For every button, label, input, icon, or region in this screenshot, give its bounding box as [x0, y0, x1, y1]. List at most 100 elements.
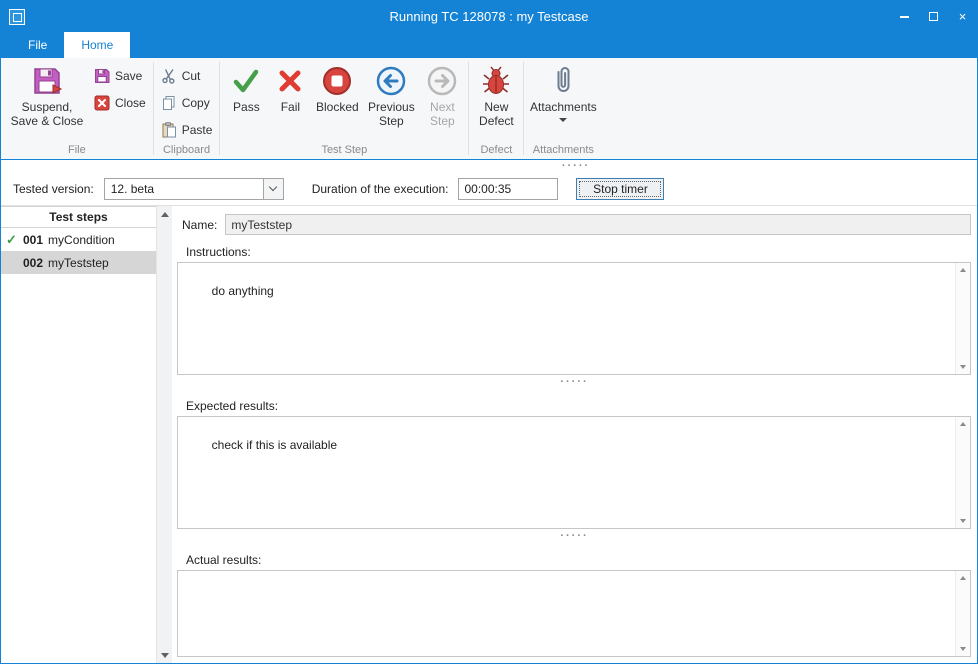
tested-version-dropdown-button[interactable]	[262, 178, 283, 199]
tab-file[interactable]: File	[11, 32, 64, 58]
save-button[interactable]: Save	[90, 67, 150, 85]
tab-home[interactable]: Home	[64, 32, 131, 58]
cut-label: Cut	[181, 69, 201, 83]
paperclip-icon	[547, 65, 579, 97]
actual-results-textbox[interactable]	[177, 570, 971, 657]
paste-button[interactable]: Paste	[157, 121, 217, 139]
close-red-icon	[94, 95, 110, 111]
file-group-small-buttons: Save Close	[90, 60, 150, 143]
suspend-save-close-button[interactable]: Suspend, Save & Close	[4, 60, 90, 143]
next-step-button[interactable]: Next Step	[419, 60, 465, 143]
paste-icon	[161, 122, 177, 138]
previous-step-button[interactable]: Previous Step	[363, 60, 419, 143]
stop-timer-button[interactable]: Stop timer	[576, 177, 665, 200]
pass-label: Pass	[233, 100, 260, 114]
window-controls: ×	[890, 4, 977, 29]
ribbon-gripper-strip: ·····	[1, 160, 977, 172]
expected-results-label: Expected results:	[186, 399, 279, 413]
app-icon[interactable]	[9, 8, 25, 25]
minimize-icon	[900, 15, 909, 18]
scroll-down-button[interactable]	[956, 642, 970, 656]
expected-results-textbox[interactable]: check if this is available	[177, 416, 971, 529]
actual-results-label: Actual results:	[186, 553, 262, 567]
cut-button[interactable]: Cut	[157, 67, 217, 85]
content-area: Test steps ✓ 001 myCondition 002 myTests…	[1, 206, 977, 663]
attachments-label: Attachments	[530, 100, 597, 114]
triangle-up-icon	[960, 576, 966, 580]
close-ribbon-button[interactable]: Close	[90, 94, 150, 112]
instructions-text: do anything	[211, 283, 274, 298]
instructions-textbox[interactable]: do anything	[177, 262, 971, 375]
fail-label: Fail	[280, 100, 301, 114]
instructions-label: Instructions:	[186, 245, 251, 259]
ribbon-gripper-dots[interactable]: ·····	[562, 161, 590, 172]
scroll-down-button[interactable]	[956, 514, 970, 528]
previous-step-label: Previous Step	[368, 100, 415, 129]
file-group-label: File	[67, 144, 86, 156]
suspend-save-close-label: Suspend, Save & Close	[10, 100, 84, 129]
close-button[interactable]: ×	[948, 4, 977, 29]
copy-button[interactable]: Copy	[157, 94, 217, 112]
name-row: Name:	[182, 214, 971, 235]
maximize-button[interactable]	[919, 4, 948, 29]
paste-label: Paste	[181, 123, 213, 137]
save-icon	[94, 68, 110, 84]
expected-results-scrollbar[interactable]	[955, 417, 970, 528]
tested-version-value: 12. beta	[110, 181, 155, 196]
maximize-icon	[929, 12, 938, 21]
triangle-up-icon	[160, 211, 169, 217]
step-name: myCondition	[48, 232, 115, 247]
triangle-up-icon	[960, 268, 966, 272]
scroll-up-button[interactable]	[956, 417, 970, 431]
next-arrow-icon	[426, 65, 458, 97]
step-number: 002	[23, 255, 44, 270]
attachments-dropdown-icon[interactable]	[559, 118, 568, 123]
attachments-group-label: Attachments	[532, 144, 594, 156]
splitter-handle[interactable]: ·····	[172, 375, 977, 389]
ribbon-group-test-step: Pass Fail Blocked Previous Step Next Ste…	[220, 58, 468, 159]
pass-button[interactable]: Pass	[223, 60, 269, 143]
new-defect-button[interactable]: New Defect	[472, 60, 520, 143]
blocked-button[interactable]: Blocked	[311, 60, 363, 143]
triangle-down-icon	[960, 647, 966, 651]
titlebar: Running TC 128078 : my Testcase ×	[1, 1, 977, 32]
defect-group-label: Defect	[480, 144, 513, 156]
tested-version-combobox[interactable]: 12. beta	[103, 177, 284, 200]
triangle-up-icon	[960, 422, 966, 426]
scroll-down-button[interactable]	[956, 360, 970, 374]
splitter-dots: ·····	[560, 530, 589, 542]
splitter-dots: ·····	[560, 376, 589, 388]
attachments-button[interactable]: Attachments	[527, 60, 599, 143]
test-steps-panel: Test steps ✓ 001 myCondition 002 myTests…	[1, 206, 172, 663]
scroll-up-button[interactable]	[956, 263, 970, 277]
duration-input[interactable]	[458, 177, 559, 200]
ribbon-group-file: Suspend, Save & Close Save Close File	[1, 58, 153, 159]
actual-results-scrollbar[interactable]	[955, 571, 970, 656]
suspend-save-icon	[31, 65, 63, 97]
bug-icon	[480, 65, 512, 97]
step-detail-form: Name: Instructions: do anything ····· Ex…	[172, 206, 977, 663]
new-defect-label: New Defect	[479, 100, 514, 129]
app-window: Running TC 128078 : my Testcase × File H…	[0, 0, 978, 664]
tested-version-label: Tested version:	[13, 181, 94, 196]
instructions-scrollbar[interactable]	[955, 263, 970, 374]
test-step-row-001[interactable]: ✓ 001 myCondition	[1, 228, 156, 251]
scroll-up-button[interactable]	[956, 571, 970, 585]
copy-label: Copy	[181, 96, 210, 110]
fail-x-icon	[274, 65, 306, 97]
window-title: Running TC 128078 : my Testcase	[389, 9, 589, 24]
fail-button[interactable]: Fail	[269, 60, 311, 143]
scroll-up-button[interactable]	[157, 206, 172, 222]
test-steps-scrollbar[interactable]	[156, 206, 172, 663]
test-step-row-002[interactable]: 002 myTeststep	[1, 251, 156, 274]
triangle-down-icon	[960, 365, 966, 369]
minimize-button[interactable]	[890, 4, 919, 29]
splitter-handle[interactable]: ·····	[172, 529, 977, 543]
ribbon-group-attachments: Attachments Attachments	[524, 58, 602, 159]
ribbon-tab-bar: File Home	[1, 32, 977, 58]
next-step-label: Next Step	[430, 100, 455, 129]
scroll-down-button[interactable]	[157, 647, 172, 663]
name-field[interactable]	[225, 214, 971, 235]
test-steps-list: Test steps ✓ 001 myCondition 002 myTests…	[1, 206, 156, 663]
chevron-down-icon	[268, 182, 278, 192]
